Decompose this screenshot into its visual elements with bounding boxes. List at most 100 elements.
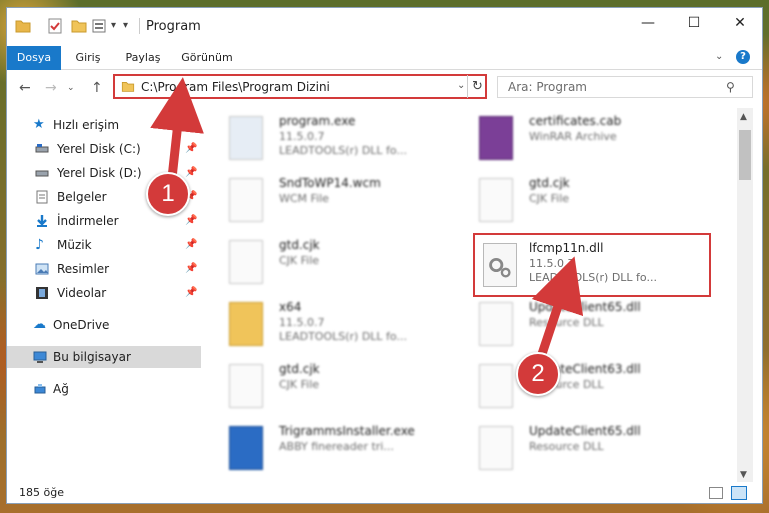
pin-icon: 📌 bbox=[185, 239, 198, 250]
search-placeholder: Ara: Program bbox=[508, 80, 587, 94]
file-meta: 11.5.0.7 bbox=[279, 316, 325, 329]
nav-quick-access[interactable]: ★ Hızlı erişim bbox=[7, 114, 201, 136]
recent-locations-icon[interactable]: ⌄ bbox=[67, 83, 75, 93]
file-item[interactable]: TrigrammsInstaller.exe ABBY finereader t… bbox=[207, 418, 447, 476]
highlighted-dll-file[interactable]: lfcmp11n.dll 11.5.0.7 LEADTOOLS(r) DLL f… bbox=[473, 233, 711, 297]
documents-icon bbox=[36, 190, 48, 204]
network-icon bbox=[34, 384, 46, 394]
forward-arrow-icon[interactable]: → bbox=[45, 80, 57, 96]
back-arrow-icon[interactable]: ← bbox=[19, 80, 31, 96]
pin-icon: 📌 bbox=[185, 263, 198, 274]
explorer-window: ▾ ▾ Program — ☐ ✕ Dosya Giriş Paylaş Gör… bbox=[6, 7, 763, 504]
search-input[interactable]: Ara: Program ⚲ bbox=[497, 76, 753, 98]
address-dropdown-icon[interactable]: ⌄ bbox=[457, 80, 465, 91]
file-item[interactable]: program.exe 11.5.0.7 LEADTOOLS(r) DLL fo… bbox=[207, 108, 447, 166]
drive-icon bbox=[35, 144, 49, 153]
pin-icon: 📌 bbox=[185, 215, 198, 226]
refresh-button[interactable]: ↻ bbox=[467, 75, 487, 98]
file-meta: WinRAR Archive bbox=[529, 130, 617, 143]
drive-icon bbox=[35, 170, 49, 177]
exe-file-icon bbox=[229, 116, 263, 160]
nav-label: Ağ bbox=[53, 382, 69, 396]
details-view-icon[interactable] bbox=[709, 487, 723, 499]
file-meta: 11.5.0.7 bbox=[279, 130, 325, 143]
minimize-button[interactable]: — bbox=[625, 8, 671, 38]
customize-toolbar-icon[interactable]: ▾ bbox=[123, 20, 139, 36]
file-meta: ABBY finereader tri... bbox=[279, 440, 394, 453]
scroll-up-icon[interactable]: ▲ bbox=[740, 112, 747, 122]
nav-label: Belgeler bbox=[57, 190, 107, 204]
generic-file-icon bbox=[479, 178, 513, 222]
file-name: SndToWP14.wcm bbox=[279, 176, 381, 190]
nav-drive-c[interactable]: Yerel Disk (C:) 📌 bbox=[7, 138, 201, 160]
address-path: C:\Program Files\Program Dizini bbox=[141, 80, 330, 94]
nav-music[interactable]: ♪ Müzik 📌 bbox=[7, 234, 201, 256]
file-name: x64 bbox=[279, 300, 302, 314]
help-icon[interactable]: ? bbox=[736, 50, 750, 64]
generic-file-icon bbox=[229, 178, 263, 222]
dll-gear-icon bbox=[483, 243, 517, 287]
installer-exe-icon bbox=[229, 426, 263, 470]
file-meta: CJK File bbox=[529, 192, 570, 205]
properties-check-icon[interactable] bbox=[47, 18, 63, 34]
file-item[interactable]: UpdateClient65.dll Resource DLL bbox=[457, 294, 697, 352]
file-name: UpdateClient65.dll bbox=[529, 424, 641, 438]
file-description: LEADTOOLS(r) DLL fo... bbox=[529, 271, 657, 284]
file-meta: Resource DLL bbox=[529, 440, 604, 453]
nav-network[interactable]: Ağ bbox=[7, 378, 201, 400]
file-meta: WCM File bbox=[279, 192, 329, 205]
download-icon bbox=[37, 215, 47, 227]
view-options-icon[interactable] bbox=[91, 18, 107, 34]
nav-this-pc[interactable]: Bu bilgisayar bbox=[7, 346, 201, 368]
file-name: lfcmp11n.dll bbox=[529, 241, 604, 255]
address-bar[interactable]: C:\Program Files\Program Dizini ⌄ bbox=[113, 74, 487, 99]
up-arrow-icon[interactable]: ↑ bbox=[91, 80, 103, 96]
file-version: 11.5.0.7 bbox=[529, 257, 575, 270]
folder-icon bbox=[229, 302, 263, 346]
file-item[interactable]: UpdateClient63.dll Resource DLL bbox=[457, 356, 697, 414]
ribbon-tabs: Dosya Giriş Paylaş Görünüm ⌄ ? bbox=[7, 46, 762, 70]
file-item[interactable]: x64 11.5.0.7 LEADTOOLS(r) DLL fo... bbox=[207, 294, 447, 352]
winrar-archive-icon bbox=[479, 116, 513, 160]
tab-home[interactable]: Giriş bbox=[71, 46, 105, 70]
tab-view[interactable]: Görünüm bbox=[179, 46, 235, 70]
file-item[interactable]: gtd.cjk CJK File bbox=[207, 232, 447, 290]
navigation-pane: ★ Hızlı erişim Yerel Disk (C:) 📌 Yerel D… bbox=[7, 108, 201, 478]
music-note-icon: ♪ bbox=[35, 237, 44, 253]
tab-share[interactable]: Paylaş bbox=[123, 46, 163, 70]
file-name: program.exe bbox=[279, 114, 356, 128]
scroll-down-icon[interactable]: ▼ bbox=[740, 470, 747, 480]
nav-pictures[interactable]: Resimler 📌 bbox=[7, 258, 201, 280]
file-name: gtd.cjk bbox=[529, 176, 570, 190]
address-folder-icon bbox=[121, 82, 135, 92]
maximize-button[interactable]: ☐ bbox=[671, 8, 717, 38]
nav-label: Hızlı erişim bbox=[53, 118, 120, 132]
tiles-view-icon[interactable] bbox=[731, 486, 747, 500]
close-button[interactable]: ✕ bbox=[717, 8, 762, 38]
scroll-thumb[interactable] bbox=[739, 130, 751, 180]
file-name: certificates.cab bbox=[529, 114, 622, 128]
file-item[interactable]: UpdateClient65.dll Resource DLL bbox=[457, 418, 697, 476]
generic-file-icon bbox=[229, 364, 263, 408]
nav-onedrive[interactable]: ☁ OneDrive bbox=[7, 314, 201, 336]
file-name: gtd.cjk bbox=[279, 362, 320, 376]
file-item[interactable]: SndToWP14.wcm WCM File bbox=[207, 170, 447, 228]
search-icon: ⚲ bbox=[726, 80, 735, 94]
nav-label: Videolar bbox=[57, 286, 107, 300]
tab-file[interactable]: Dosya bbox=[7, 46, 61, 70]
pin-icon: 📌 bbox=[185, 287, 198, 298]
expand-ribbon-icon[interactable]: ⌄ bbox=[715, 51, 723, 62]
vertical-scrollbar[interactable]: ▲ ▼ bbox=[737, 108, 753, 482]
file-meta: CJK File bbox=[279, 254, 320, 267]
nav-videos[interactable]: Videolar 📌 bbox=[7, 282, 201, 304]
file-item[interactable]: certificates.cab WinRAR Archive bbox=[457, 108, 697, 166]
file-name: gtd.cjk bbox=[279, 238, 320, 252]
file-meta: LEADTOOLS(r) DLL fo... bbox=[279, 144, 407, 157]
file-item[interactable]: gtd.cjk CJK File bbox=[207, 356, 447, 414]
new-folder-icon[interactable] bbox=[71, 18, 87, 34]
pin-icon: 📌 bbox=[185, 143, 198, 154]
file-item[interactable]: gtd.cjk CJK File bbox=[457, 170, 697, 228]
file-meta: Resource DLL bbox=[529, 316, 604, 329]
nav-label: Yerel Disk (D:) bbox=[57, 166, 142, 180]
star-icon: ★ bbox=[33, 117, 45, 132]
